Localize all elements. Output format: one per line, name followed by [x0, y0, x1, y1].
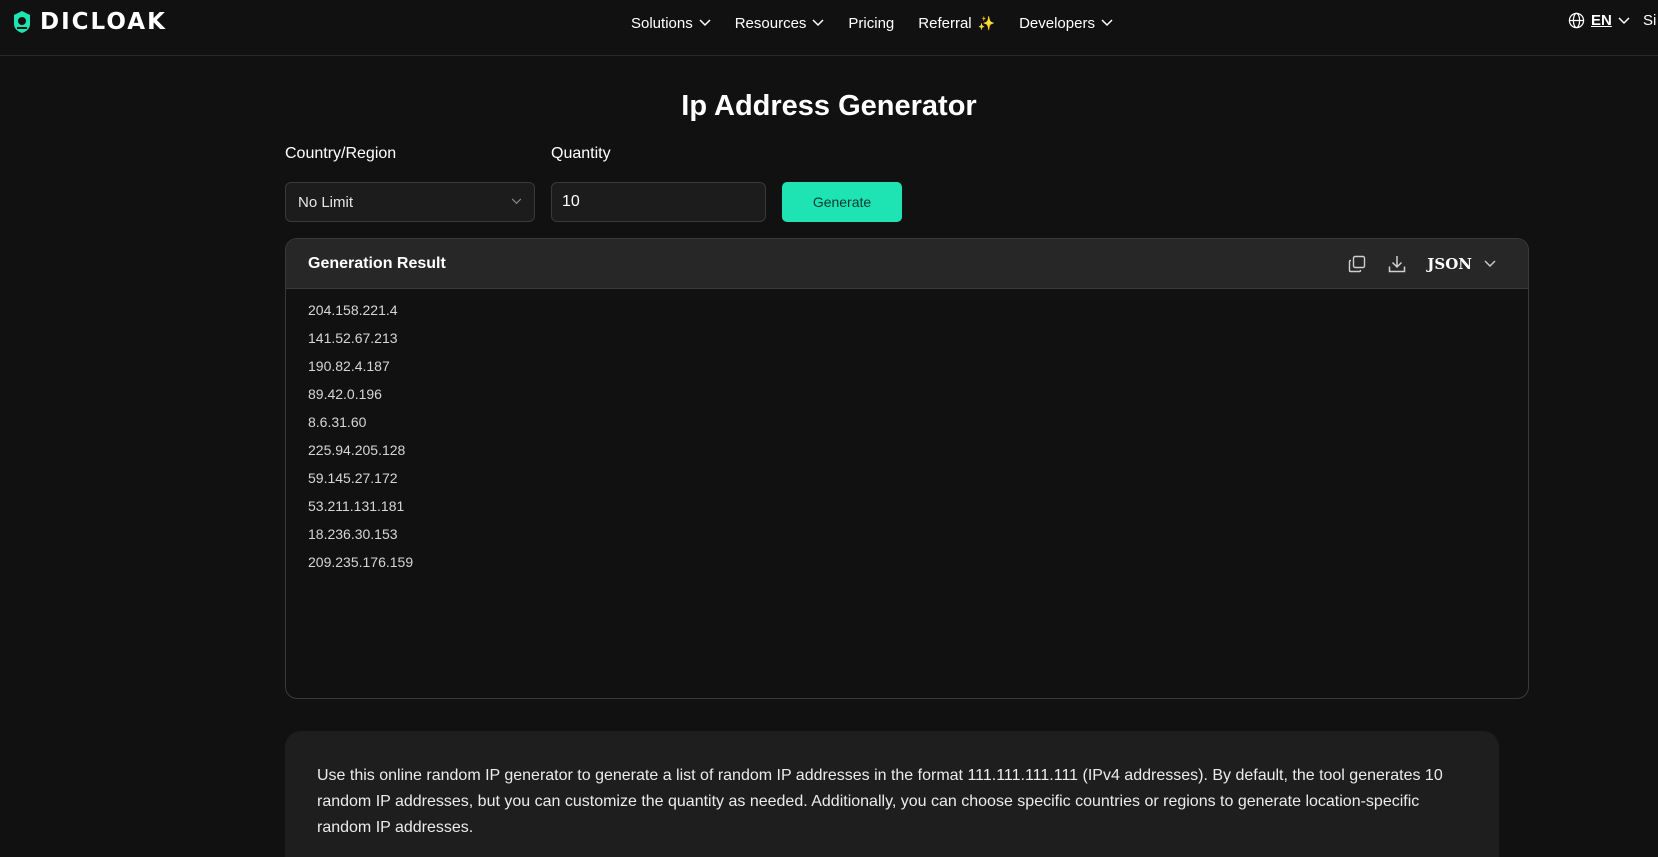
logo-icon: [14, 11, 30, 33]
nav-item-resources[interactable]: Resources: [735, 15, 825, 32]
quantity-input[interactable]: [551, 182, 766, 222]
chevron-down-icon: [1618, 16, 1630, 24]
ip-item: 141.52.67.213: [308, 330, 398, 346]
country-select-value: No Limit: [298, 193, 354, 211]
ip-item: 209.235.176.159: [308, 554, 414, 570]
download-icon[interactable]: [1387, 254, 1407, 274]
globe-icon: [1568, 12, 1585, 29]
result-toolbar: JSON: [1347, 254, 1496, 274]
brand-name: DICLOAK: [40, 9, 167, 35]
page-title: Ip Address Generator: [681, 90, 977, 122]
ip-list: 204.158.221.4 141.52.67.213 190.82.4.187…: [286, 289, 1528, 576]
format-value: JSON: [1427, 255, 1472, 273]
ip-item: 8.6.31.60: [308, 414, 367, 430]
chevron-down-icon: [1484, 260, 1496, 267]
ip-item: 89.42.0.196: [308, 386, 382, 402]
nav-item-label: Referral: [918, 14, 972, 32]
nav-item-developers[interactable]: Developers: [1019, 15, 1113, 32]
country-label: Country/Region: [285, 145, 397, 162]
ip-item: 59.145.27.172: [308, 470, 398, 486]
ip-item: 190.82.4.187: [308, 358, 390, 374]
language-code: EN: [1591, 12, 1612, 29]
nav-item-label: Developers: [1019, 14, 1095, 32]
nav-item-solutions[interactable]: Solutions: [631, 15, 711, 32]
generate-button[interactable]: Generate: [782, 182, 902, 222]
sparkle-icon: ✨: [977, 14, 996, 31]
nav-item-label: Solutions: [631, 14, 693, 32]
brand-logo[interactable]: DICLOAK: [10, 9, 167, 35]
nav-item-referral[interactable]: Referral ✨: [918, 15, 995, 32]
ip-item: 18.236.30.153: [308, 526, 398, 542]
language-selector[interactable]: EN: [1568, 12, 1630, 29]
result-header: Generation Result JSON: [286, 239, 1528, 289]
ip-item: 225.94.205.128: [308, 442, 406, 458]
nav-item-label: Pricing: [848, 14, 895, 32]
result-panel: Generation Result JSON 204.158.221.4 141…: [285, 238, 1529, 699]
ip-item: 204.158.221.4: [308, 302, 398, 318]
copy-icon[interactable]: [1347, 254, 1367, 274]
format-select[interactable]: JSON: [1427, 255, 1496, 273]
top-nav: DICLOAK Solutions Resources Pricing Refe…: [0, 0, 1658, 56]
chevron-down-icon: [1101, 19, 1113, 27]
signin-link[interactable]: Si: [1643, 12, 1656, 29]
description-text: Use this online random IP generator to g…: [317, 767, 1443, 836]
result-title: Generation Result: [308, 255, 446, 272]
chevron-down-icon: [511, 198, 522, 205]
nav-item-label: Resources: [734, 14, 807, 32]
main-nav: Solutions Resources Pricing Referral ✨ D…: [631, 12, 1137, 34]
nav-item-pricing[interactable]: Pricing: [848, 15, 894, 32]
chevron-down-icon: [812, 19, 824, 27]
chevron-down-icon: [699, 19, 711, 27]
country-select[interactable]: No Limit: [285, 182, 535, 222]
quantity-label: Quantity: [551, 145, 611, 162]
description-card: Use this online random IP generator to g…: [285, 731, 1499, 857]
ip-item: 53.211.131.181: [308, 498, 405, 514]
